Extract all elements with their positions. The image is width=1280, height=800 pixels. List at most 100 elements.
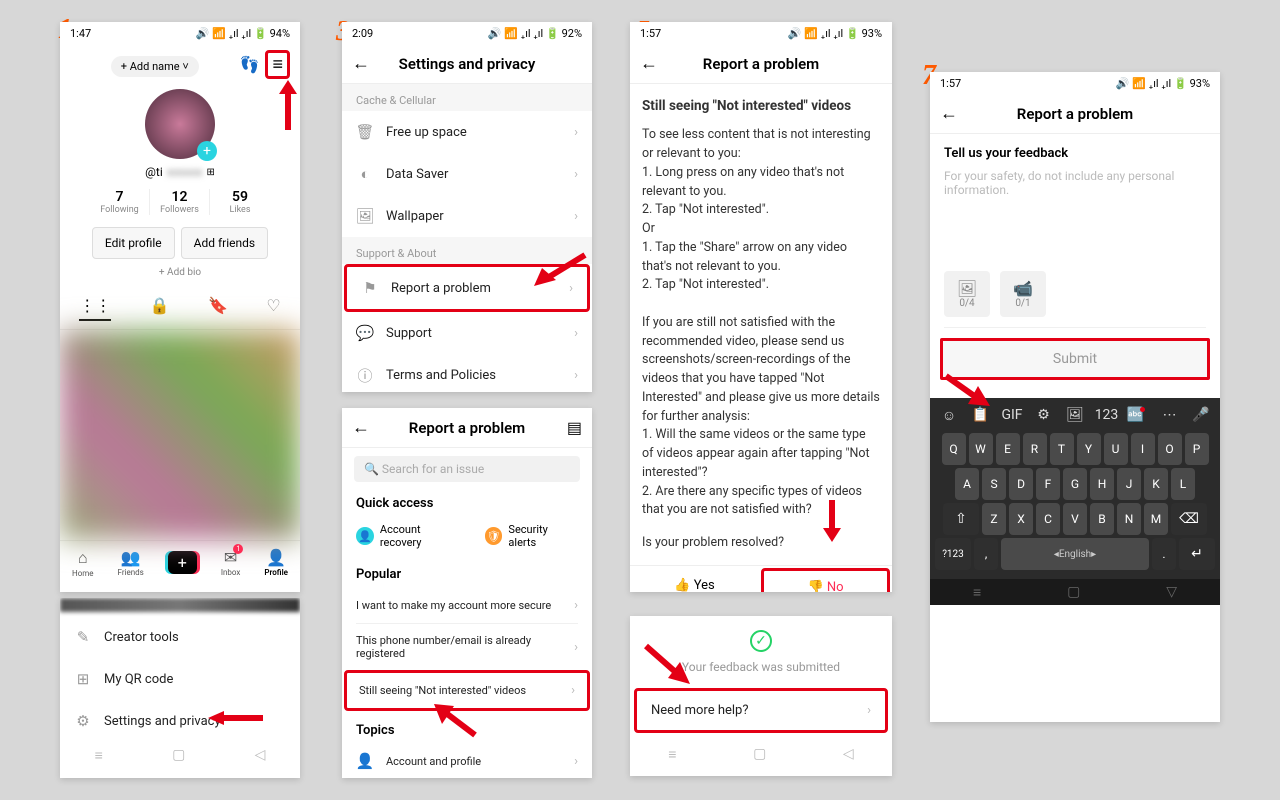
- gif-key[interactable]: GIF: [999, 404, 1025, 426]
- key-s[interactable]: S: [982, 468, 1006, 500]
- hamburger-menu-icon[interactable]: ≡: [265, 50, 290, 79]
- menu-qr-code[interactable]: ⊞My QR code: [60, 658, 300, 700]
- tab-lock-icon[interactable]: 🔒: [150, 296, 170, 321]
- nav-profile[interactable]: 👤Profile: [264, 548, 288, 577]
- footprint-icon[interactable]: 👣: [240, 55, 260, 74]
- key-b[interactable]: B: [1090, 503, 1114, 535]
- back-icon[interactable]: ←: [640, 53, 660, 74]
- nav-inbox[interactable]: ✉1Inbox: [221, 548, 241, 577]
- key-x[interactable]: X: [1009, 503, 1033, 535]
- popular-heading: Popular: [342, 561, 592, 588]
- feedback-textarea[interactable]: For your safety, do not include any pers…: [944, 169, 1206, 259]
- trash-icon: 🗑: [356, 123, 374, 141]
- back-icon[interactable]: ←: [940, 103, 960, 124]
- mic-key[interactable]: 🎤: [1188, 404, 1214, 426]
- row-data-saver[interactable]: ◐Data Saver›: [342, 153, 592, 195]
- status-icons: 🔊 📶 ₊ıl ₊ıl 🔋94%: [196, 27, 290, 40]
- sticker-key[interactable]: 🖼: [1062, 404, 1088, 426]
- page-title: Report a problem: [372, 419, 562, 437]
- menu-creator-tools[interactable]: ✎Creator tools: [60, 616, 300, 658]
- annotation-arrow: [208, 708, 268, 728]
- section-cache: Cache & Cellular: [342, 84, 592, 111]
- list-icon[interactable]: ▤: [562, 418, 582, 437]
- key-k[interactable]: K: [1144, 468, 1168, 500]
- no-button[interactable]: 👎 No: [761, 568, 890, 592]
- comma-key[interactable]: ,: [974, 538, 998, 570]
- quick-security-alerts[interactable]: 🛡Security alerts: [485, 523, 579, 549]
- key-o[interactable]: O: [1158, 433, 1182, 465]
- key-p[interactable]: P: [1185, 433, 1209, 465]
- chat-icon: 💬: [356, 324, 374, 342]
- row-terms[interactable]: ⓘTerms and Policies›: [342, 354, 592, 392]
- tab-grid-icon[interactable]: ⋮⋮: [79, 296, 111, 321]
- video-grid-blurred: [60, 330, 300, 540]
- qr-icon: ⊞: [74, 670, 92, 688]
- tell-us-heading: Tell us your feedback: [944, 146, 1206, 161]
- nav-friends[interactable]: 👥Friends: [118, 548, 144, 577]
- key-d[interactable]: D: [1009, 468, 1033, 500]
- key-m[interactable]: M: [1144, 503, 1168, 535]
- row-free-up-space[interactable]: 🗑Free up space›: [342, 111, 592, 153]
- key-y[interactable]: Y: [1077, 433, 1101, 465]
- add-name-button[interactable]: + Add name ˅: [111, 56, 199, 77]
- key-f[interactable]: F: [1036, 468, 1060, 500]
- add-avatar-icon[interactable]: +: [197, 141, 217, 161]
- key-t[interactable]: T: [1050, 433, 1074, 465]
- key-i[interactable]: I: [1131, 433, 1155, 465]
- nav-home[interactable]: ⌂Home: [72, 548, 94, 578]
- shift-key[interactable]: ⇧: [943, 503, 979, 535]
- attach-video-button[interactable]: 📹0/1: [1000, 271, 1046, 317]
- back-icon[interactable]: ←: [352, 417, 372, 438]
- backspace-key[interactable]: ⌫: [1171, 503, 1207, 535]
- page-title: Report a problem: [660, 55, 862, 73]
- row-support[interactable]: 💬Support›: [342, 312, 592, 354]
- followers-stat[interactable]: 12Followers: [150, 189, 210, 215]
- key-g[interactable]: G: [1063, 468, 1087, 500]
- key-r[interactable]: R: [1023, 433, 1047, 465]
- search-input[interactable]: 🔍 Search for an issue: [354, 456, 580, 482]
- edit-profile-button[interactable]: Edit profile: [92, 227, 175, 259]
- likes-stat[interactable]: 59Likes: [210, 189, 270, 215]
- topic-account[interactable]: 👤Account and profile›: [342, 742, 592, 778]
- key-c[interactable]: C: [1036, 503, 1060, 535]
- row-wallpaper[interactable]: 🖼Wallpaper›: [342, 195, 592, 237]
- add-bio-button[interactable]: + Add bio: [60, 267, 300, 278]
- nav-create[interactable]: +: [168, 551, 197, 574]
- enter-key[interactable]: ↵: [1179, 538, 1215, 570]
- statusbar: 1:57 🔊 📶 ₊ıl ₊ıl 🔋93%: [630, 22, 892, 44]
- key-e[interactable]: E: [996, 433, 1020, 465]
- key-n[interactable]: N: [1117, 503, 1141, 535]
- key-a[interactable]: A: [955, 468, 979, 500]
- tab-heart-icon[interactable]: ♡: [266, 296, 280, 321]
- key-l[interactable]: L: [1171, 468, 1195, 500]
- username[interactable]: @tixxxxxx⊞: [60, 165, 300, 179]
- wallpaper-icon: 🖼: [356, 207, 374, 225]
- key-h[interactable]: H: [1090, 468, 1114, 500]
- yes-button[interactable]: 👍 Yes: [630, 566, 759, 592]
- key-j[interactable]: J: [1117, 468, 1141, 500]
- key-u[interactable]: U: [1104, 433, 1128, 465]
- tab-bookmark-icon[interactable]: 🔖: [208, 296, 228, 321]
- panel3-settings: 2:09 🔊 📶 ₊ıl ₊ıl 🔋92% ← Settings and pri…: [342, 22, 592, 392]
- num-key[interactable]: 123: [1094, 404, 1120, 426]
- popular-item-2[interactable]: This phone number/email is already regis…: [342, 624, 592, 670]
- key-q[interactable]: Q: [942, 433, 966, 465]
- period-key[interactable]: .: [1152, 538, 1176, 570]
- translate-key[interactable]: 🔤: [1125, 404, 1151, 426]
- popular-item-1[interactable]: I want to make my account more secure›: [342, 588, 592, 623]
- following-stat[interactable]: 7Following: [90, 189, 150, 215]
- key-w[interactable]: W: [969, 433, 993, 465]
- header: ← Settings and privacy: [342, 44, 592, 84]
- more-key[interactable]: ⋯: [1157, 404, 1183, 426]
- back-icon[interactable]: ←: [352, 53, 372, 74]
- quick-account-recovery[interactable]: 👤Account recovery: [356, 523, 465, 549]
- settings-key[interactable]: ⚙: [1031, 404, 1057, 426]
- avatar[interactable]: +: [145, 89, 215, 159]
- space-key[interactable]: ◂ English ▸: [1001, 538, 1149, 570]
- symbols-key[interactable]: ?123: [935, 538, 971, 570]
- key-z[interactable]: Z: [982, 503, 1006, 535]
- need-more-help-button[interactable]: Need more help?›: [634, 688, 888, 733]
- key-v[interactable]: V: [1063, 503, 1087, 535]
- attach-image-button[interactable]: 🖼0/4: [944, 271, 990, 317]
- add-friends-button[interactable]: Add friends: [181, 227, 268, 259]
